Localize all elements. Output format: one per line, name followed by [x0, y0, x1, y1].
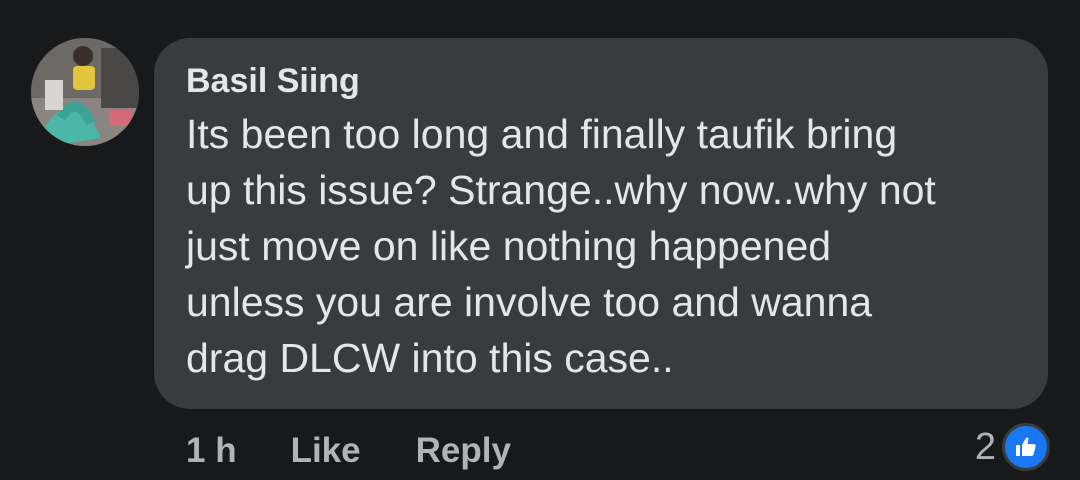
comment-text-line: up this issue? Strange..why now..why not: [186, 167, 936, 213]
comment-actions: 1 h Like Reply: [186, 428, 511, 474]
comment-text-line: just move on like nothing happened: [186, 223, 832, 269]
like-thumb-icon: [1002, 423, 1050, 471]
reaction-count: 2: [974, 425, 996, 468]
comment-text-line: drag DLCW into this case..: [186, 335, 674, 381]
comment-container: Basil Siing Its been too long and finall…: [0, 0, 1080, 480]
comment-bubble: Basil Siing Its been too long and finall…: [154, 38, 1048, 409]
comment-timestamp[interactable]: 1 h: [186, 431, 237, 471]
like-button[interactable]: Like: [291, 431, 361, 471]
comment-text-line: Its been too long and finally taufik bri…: [186, 111, 898, 157]
reply-button[interactable]: Reply: [416, 431, 511, 471]
comment-author[interactable]: Basil Siing: [186, 58, 1016, 104]
reaction-summary[interactable]: 2: [974, 423, 1050, 471]
comment-text: Its been too long and finally taufik bri…: [186, 106, 1016, 386]
avatar[interactable]: [31, 38, 139, 146]
avatar-image: [31, 38, 139, 146]
comment-text-line: unless you are involve too and wanna: [186, 279, 873, 325]
